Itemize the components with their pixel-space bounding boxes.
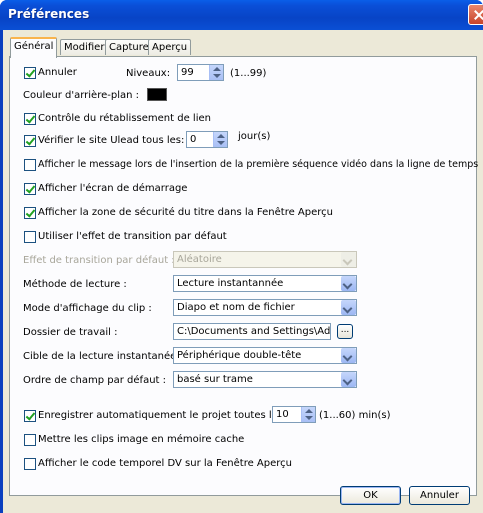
msg-first-seq-label: Afficher le message lors de l'insertion …: [38, 159, 479, 170]
transition-effect-dropdown-icon: [341, 252, 356, 267]
niveaux-spin-buttons[interactable]: [209, 65, 223, 80]
field-order-select[interactable]: basé sur trame: [173, 371, 357, 388]
autosave-range: (1...60) min(s): [319, 410, 391, 421]
default-transition-label: Utiliser l'effet de transition par défau…: [38, 231, 227, 242]
ok-button[interactable]: OK: [340, 486, 401, 505]
splash-checkbox[interactable]: [24, 183, 36, 195]
clip-display-value: Diapo et nom de fichier: [177, 302, 295, 313]
field-order-value: basé sur trame: [177, 374, 253, 385]
cache-images-checkbox[interactable]: [24, 434, 36, 446]
safe-zone-label: Afficher la zone de sécurité du titre da…: [38, 207, 333, 218]
autosave-spin-buttons[interactable]: [301, 407, 315, 422]
default-transition-checkbox[interactable]: [24, 231, 36, 243]
general-panel: Annuler Niveaux: 99 (1...99) Couleur d'a…: [9, 56, 479, 496]
instant-target-value: Périphérique double-tête: [177, 350, 302, 361]
safe-zone-checkbox[interactable]: [24, 207, 36, 219]
transition-effect-value: Aléatoire: [177, 254, 222, 265]
field-order-label: Ordre de champ par défaut :: [23, 375, 167, 386]
check-site-spin-buttons[interactable]: [213, 132, 227, 147]
playback-method-dropdown-icon[interactable]: [341, 276, 356, 291]
annuler-checkbox[interactable]: [24, 67, 36, 79]
title-bar[interactable]: Préférences: [0, 0, 483, 30]
msg-first-seq-checkbox[interactable]: [24, 159, 36, 171]
tab-apercu[interactable]: Aperçu: [148, 39, 192, 55]
window-title: Préférences: [8, 7, 90, 21]
niveaux-spinbox[interactable]: 99: [177, 64, 224, 81]
niveaux-value: 99: [181, 67, 194, 78]
transition-effect-label: Effet de transition par défaut :: [23, 255, 175, 266]
dialog-client: Général Modifier Capture Aperçu Annuler …: [3, 30, 483, 513]
check-site-unit: jour(s): [238, 131, 271, 142]
cancel-button[interactable]: Annuler: [409, 486, 470, 505]
niveaux-range: (1...99): [230, 68, 267, 79]
autosave-label: Enregistrer automatiquement le projet to…: [38, 410, 290, 421]
close-button[interactable]: [468, 4, 483, 25]
annuler-label: Annuler: [38, 67, 77, 78]
playback-method-value: Lecture instantannée: [177, 278, 284, 289]
instant-target-dropdown-icon[interactable]: [341, 348, 356, 363]
niveaux-label: Niveaux:: [126, 68, 171, 79]
transition-effect-select: Aléatoire: [173, 251, 357, 268]
work-folder-browse-button[interactable]: ...: [337, 324, 353, 339]
dv-timecode-label: Afficher le code temporel DV sur la Fenê…: [38, 458, 292, 469]
bg-color-label: Couleur d'arrière-plan :: [23, 90, 139, 101]
check-site-label: Vérifier le site Ulead tous les:: [38, 135, 185, 146]
instant-target-select[interactable]: Périphérique double-tête: [173, 347, 357, 364]
field-order-dropdown-icon[interactable]: [341, 372, 356, 387]
bg-color-swatch[interactable]: [147, 88, 167, 101]
autosave-value: 10: [276, 409, 289, 420]
cache-images-label: Mettre les clips image en mémoire cache: [38, 434, 245, 445]
check-site-spinbox[interactable]: 0: [186, 131, 228, 148]
autosave-checkbox[interactable]: [24, 410, 36, 422]
check-site-checkbox[interactable]: [24, 135, 36, 147]
playback-method-label: Méthode de lecture :: [23, 279, 127, 290]
clip-display-dropdown-icon[interactable]: [341, 300, 356, 315]
tab-general[interactable]: Général: [10, 37, 58, 58]
autosave-spinbox[interactable]: 10: [272, 406, 316, 423]
clip-display-select[interactable]: Diapo et nom de fichier: [173, 299, 357, 316]
instant-target-label: Cible de la lecture instantanée :: [23, 351, 183, 362]
dv-timecode-checkbox[interactable]: [24, 458, 36, 470]
link-control-label: Contrôle du rétablissement de lien: [38, 113, 211, 124]
check-site-value: 0: [190, 134, 197, 145]
work-folder-label: Dossier de travail :: [23, 327, 118, 338]
playback-method-select[interactable]: Lecture instantannée: [173, 275, 357, 292]
splash-label: Afficher l'écran de démarrage: [38, 183, 188, 194]
work-folder-input[interactable]: C:\Documents and Settings\Admi: [173, 323, 331, 340]
tab-capture[interactable]: Capture: [105, 39, 153, 55]
link-control-checkbox[interactable]: [24, 113, 36, 125]
tab-modifier[interactable]: Modifier: [60, 39, 109, 55]
clip-display-label: Mode d'affichage du clip :: [23, 303, 152, 314]
preferences-window: Préférences Général Modifier Capture Ape…: [0, 0, 483, 513]
